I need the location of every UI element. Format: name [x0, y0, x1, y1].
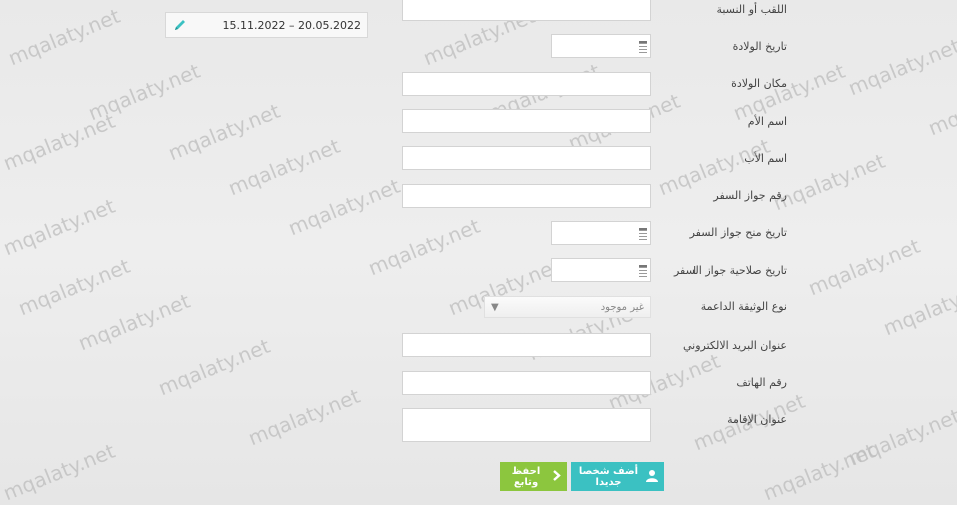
father-name-label: اسم الأب — [744, 152, 787, 165]
watermark-text: mqalaty.net — [224, 133, 344, 201]
save-continue-button[interactable]: احفظ وتابع — [500, 462, 567, 491]
watermark-text: mqalaty.net — [74, 288, 194, 356]
watermark-text: mqalaty.net — [0, 108, 119, 176]
watermark-text: mqalaty.net — [284, 173, 404, 241]
father-name-input[interactable] — [402, 146, 651, 170]
mother-name-input[interactable] — [402, 109, 651, 133]
calendar-icon[interactable] — [639, 228, 647, 240]
passport-issue-input[interactable] — [551, 221, 651, 245]
document-type-value: غير موجود — [600, 301, 644, 313]
watermark-text: mqalaty.net — [164, 98, 284, 166]
birth-place-label: مكان الولادة — [731, 77, 787, 90]
passport-number-label: رقم جواز السفر — [713, 189, 787, 202]
surname-input[interactable] — [402, 0, 651, 21]
watermark-text: mqalaty.net — [364, 213, 484, 281]
birth-place-input[interactable] — [402, 72, 651, 96]
address-label: عنوان الإقامة — [727, 413, 787, 426]
email-label: عنوان البريد الالكتروني — [682, 339, 787, 352]
text-cursor-icon: I — [693, 264, 697, 277]
passport-issue-label: تاريخ منح جواز السفر — [689, 226, 787, 239]
chevron-down-icon: ▼ — [491, 301, 499, 313]
watermark-text: mqalaty.net — [4, 3, 124, 71]
pencil-icon[interactable] — [172, 17, 188, 33]
mother-name-label: اسم الأم — [747, 115, 787, 128]
phone-input[interactable] — [402, 371, 651, 395]
email-input[interactable] — [402, 333, 651, 357]
watermark-text: mqalaty.net — [769, 148, 889, 216]
watermark-text: mqalaty.net — [924, 73, 957, 141]
birth-date-input[interactable] — [551, 34, 651, 58]
surname-label: اللقب أو النسبة — [716, 3, 787, 16]
chevron-right-icon — [552, 469, 561, 484]
watermark-text: mqalaty.net — [14, 253, 134, 321]
passport-expiry-input[interactable] — [551, 258, 651, 282]
watermark-text: mqalaty.net — [154, 333, 274, 401]
watermark-text: mqalaty.net — [879, 273, 957, 341]
add-person-label: أضف شخصا جديدا — [578, 465, 639, 488]
user-icon — [646, 469, 658, 485]
watermark-text: mqalaty.net — [84, 58, 204, 126]
add-person-button[interactable]: أضف شخصا جديدا — [571, 462, 664, 491]
watermark-text: mqalaty.net — [0, 438, 119, 505]
document-type-label: نوع الوثيقة الداعمة — [700, 300, 787, 313]
document-type-select[interactable]: غير موجود ▼ — [484, 296, 651, 318]
watermark-text: mqalaty.net — [844, 33, 957, 101]
watermark-text: mqalaty.net — [244, 383, 364, 451]
passport-expiry-label: تاريخ صلاحية جواز السفر — [673, 264, 787, 277]
date-range-box: 15.11.2022 – 20.05.2022 — [165, 12, 368, 38]
passport-number-input[interactable] — [402, 184, 651, 208]
date-range-text: 15.11.2022 – 20.05.2022 — [222, 18, 361, 32]
watermark-text: mqalaty.net — [844, 403, 957, 471]
phone-label: رقم الهاتف — [736, 376, 787, 389]
save-continue-label: احفظ وتابع — [511, 465, 541, 488]
address-textarea[interactable] — [402, 408, 651, 442]
calendar-icon[interactable] — [639, 265, 647, 277]
watermark-text: mqalaty.net — [804, 233, 924, 301]
calendar-icon[interactable] — [639, 41, 647, 53]
watermark-text: mqalaty.net — [759, 438, 879, 505]
watermark-text: mqalaty.net — [0, 193, 119, 261]
birth-date-label: تاريخ الولادة — [732, 40, 787, 53]
